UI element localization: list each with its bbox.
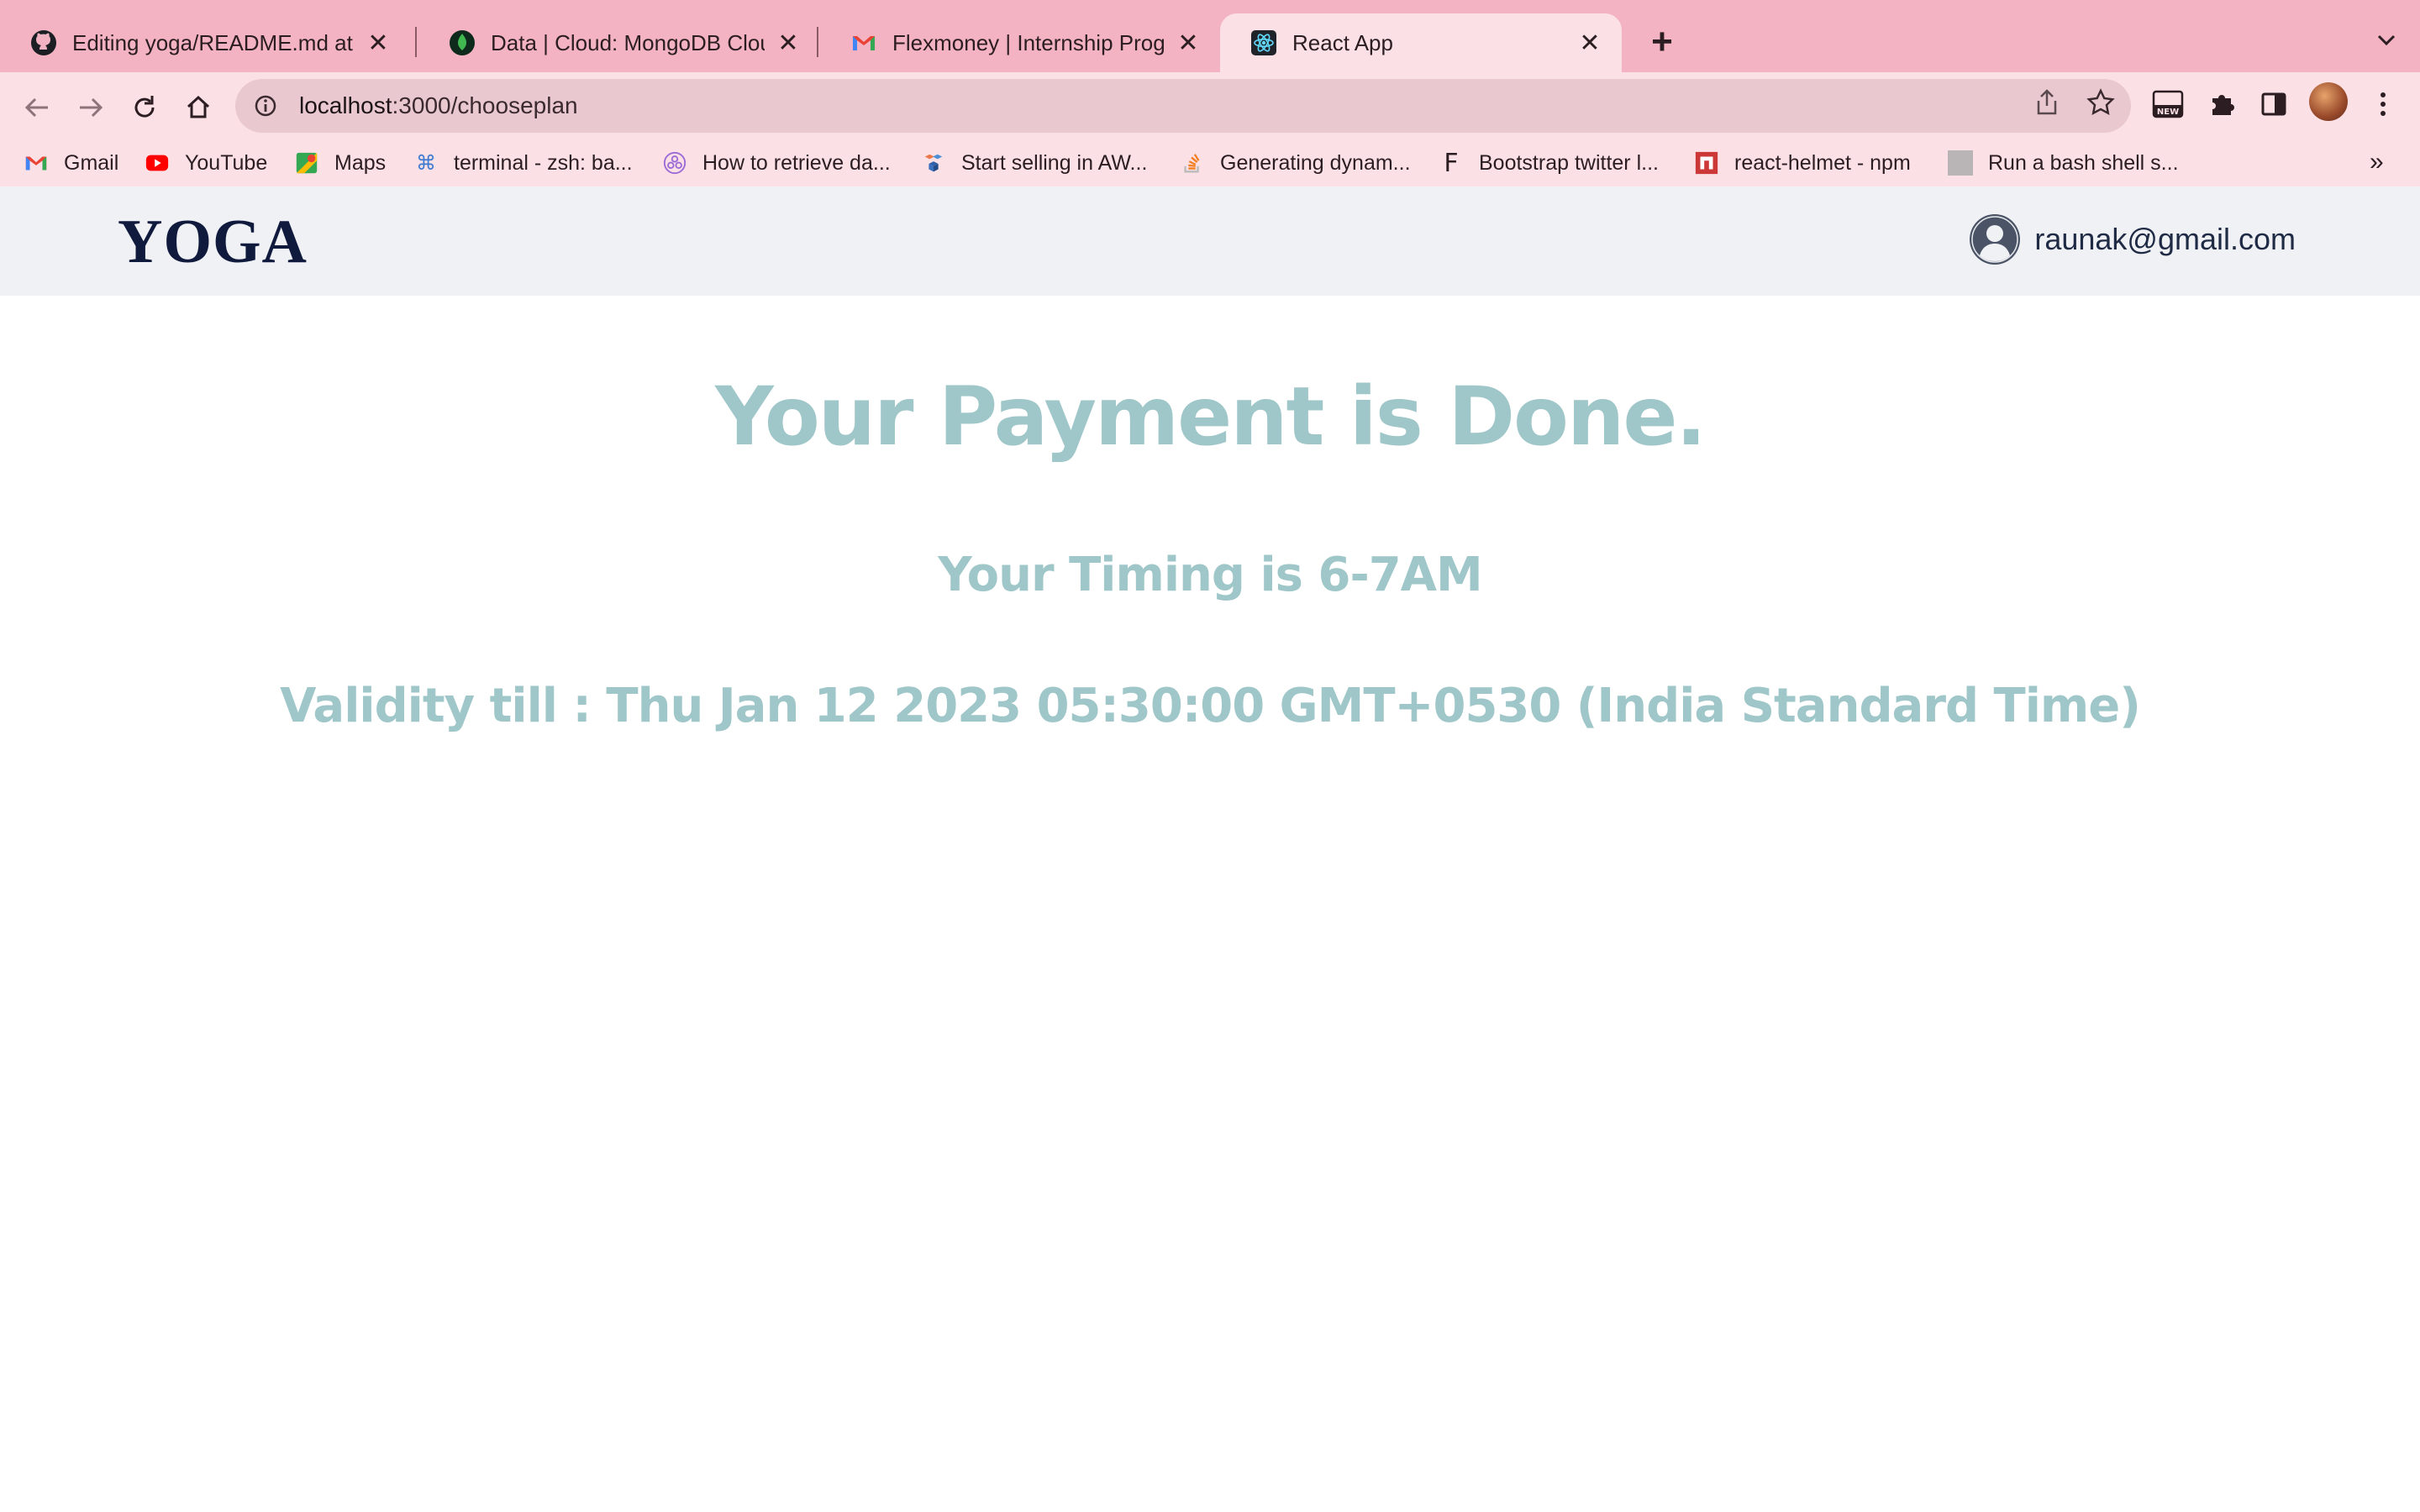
bookmark-label: YouTube	[185, 150, 268, 175]
user-account[interactable]: raunak@gmail.com	[1969, 213, 2296, 265]
bookmark-label: Run a bash shell s...	[1988, 150, 2179, 175]
tab-divider	[415, 27, 417, 57]
bookmark-youtube[interactable]: YouTube	[145, 146, 267, 180]
tab-react-app[interactable]: React App ✕	[1220, 13, 1622, 72]
extensions-puzzle-icon[interactable]	[2202, 84, 2242, 124]
side-panel-icon[interactable]	[2254, 84, 2294, 124]
github-icon	[31, 30, 56, 55]
user-email: raunak@gmail.com	[2034, 222, 2296, 256]
close-tab-icon[interactable]: ✕	[775, 29, 802, 57]
gmail-icon	[25, 156, 47, 171]
tab-divider	[817, 27, 818, 57]
tab-title: Data | Cloud: MongoDB Cloud	[491, 29, 765, 55]
maps-icon	[296, 152, 318, 174]
close-tab-icon[interactable]: ✕	[1175, 29, 1202, 57]
bookmark-label: Generating dynam...	[1220, 150, 1411, 175]
bookmark-label: Bootstrap twitter l...	[1479, 150, 1659, 175]
bookmark-react-helmet[interactable]: react-helmet - npm	[1694, 146, 1911, 180]
bookmark-label: react-helmet - npm	[1734, 150, 1911, 175]
tab-flexmoney[interactable]: Flexmoney | Internship Progran ✕	[820, 13, 1220, 72]
browser-tabstrip: Editing yoga/README.md at m ✕ Data | Clo…	[0, 0, 2420, 72]
bookmark-maps[interactable]: Maps	[294, 146, 386, 180]
share-icon[interactable]	[2030, 86, 2064, 119]
npm-icon	[1695, 151, 1718, 175]
payment-done-heading: Your Payment is Done.	[715, 370, 1707, 464]
timing-text: Your Timing is 6-7AM	[938, 548, 1483, 602]
bookmark-label: Gmail	[64, 150, 119, 175]
youtube-icon	[145, 155, 169, 171]
user-avatar-icon	[1970, 214, 2021, 265]
back-icon[interactable]	[15, 86, 59, 129]
bookmark-label: terminal - zsh: ba...	[454, 150, 633, 175]
url-text: localhost:3000/chooseplan	[299, 92, 578, 119]
bookmarks-bar: Gmail YouTube Maps ⌘ terminal - zsh: ba.…	[0, 139, 2420, 186]
site-info-icon[interactable]	[252, 92, 279, 119]
bookmark-bash-shell[interactable]: Run a bash shell s...	[1948, 146, 2179, 180]
aws-cubes-icon	[924, 154, 943, 172]
brand-logo[interactable]: YOGA	[118, 207, 308, 278]
url-path: :3000/chooseplan	[392, 92, 578, 118]
command-icon: ⌘	[416, 151, 436, 175]
bookmark-star-icon[interactable]	[2084, 86, 2118, 119]
tab-title: Editing yoga/README.md at m	[72, 29, 355, 55]
bookmark-label: Maps	[334, 150, 387, 175]
new-tab-button[interactable]: +	[1642, 21, 1682, 62]
gmail-icon	[853, 36, 875, 50]
bookmark-label: Start selling in AW...	[961, 150, 1148, 175]
tab-github-readme[interactable]: Editing yoga/README.md at m ✕	[0, 13, 410, 72]
close-tab-icon[interactable]: ✕	[1576, 29, 1603, 57]
forward-icon[interactable]	[69, 86, 113, 129]
bookmark-label: How to retrieve da...	[702, 150, 891, 175]
close-tab-icon[interactable]: ✕	[365, 29, 392, 57]
extension-new-icon[interactable]: NEW	[2148, 84, 2188, 124]
reload-icon[interactable]	[123, 86, 166, 129]
circles-icon	[663, 151, 687, 175]
svg-text:NEW: NEW	[2157, 108, 2179, 117]
browser-menu-icon[interactable]	[2363, 84, 2403, 124]
bookmark-retrieve-data[interactable]: How to retrieve da...	[662, 146, 891, 180]
bookmark-gmail[interactable]: Gmail	[24, 146, 118, 180]
address-bar[interactable]: localhost:3000/chooseplan	[235, 79, 2131, 133]
f-letter-icon: F	[1444, 148, 1459, 178]
validity-text: Validity till : Thu Jan 12 2023 05:30:00…	[280, 679, 2141, 733]
stackoverflow-icon	[1184, 154, 1200, 173]
tab-title: React App	[1292, 29, 1393, 55]
gray-square-icon	[1948, 150, 1973, 176]
home-icon[interactable]	[176, 86, 220, 129]
app-navbar: YOGA raunak@gmail.com	[0, 186, 2420, 296]
react-icon	[1251, 30, 1276, 55]
tab-title: Flexmoney | Internship Progran	[892, 29, 1165, 55]
mongodb-leaf-icon	[450, 30, 475, 55]
bookmark-stackoverflow[interactable]: Generating dynam...	[1180, 146, 1411, 180]
profile-avatar[interactable]	[2309, 82, 2348, 121]
bookmark-terminal[interactable]: ⌘ terminal - zsh: ba...	[413, 146, 633, 180]
tab-mongodb[interactable]: Data | Cloud: MongoDB Cloud ✕	[418, 13, 820, 72]
bookmark-bootstrap[interactable]: F Bootstrap twitter l...	[1439, 146, 1659, 180]
tab-search-chevron-icon[interactable]	[2370, 24, 2403, 57]
url-host: localhost	[299, 92, 392, 118]
bookmarks-overflow-button[interactable]: »	[2370, 148, 2384, 176]
browser-toolbar: localhost:3000/chooseplan NEW Gmail YouT…	[0, 72, 2420, 202]
bookmark-aws[interactable]: Start selling in AW...	[921, 146, 1147, 180]
